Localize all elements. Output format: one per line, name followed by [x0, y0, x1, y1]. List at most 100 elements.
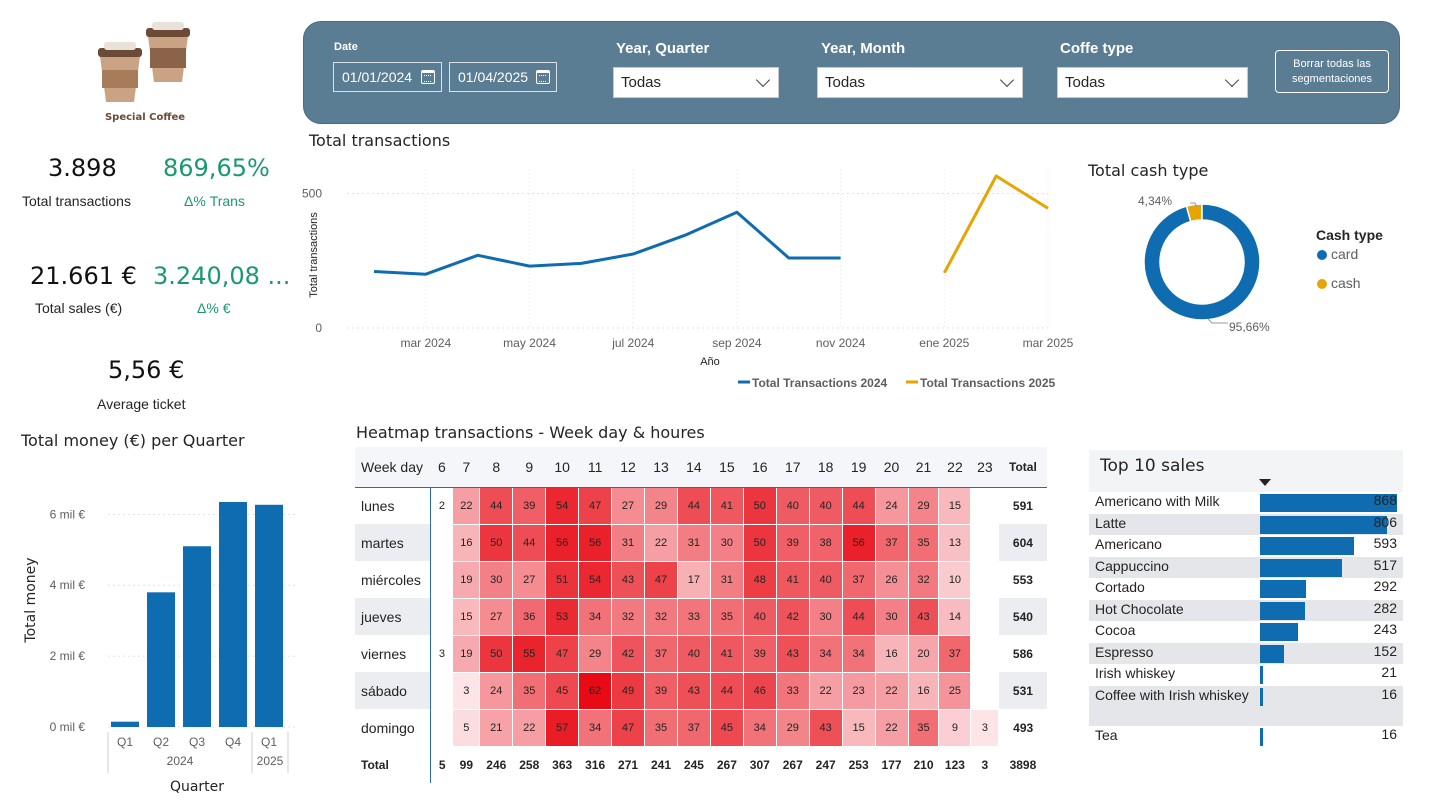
top10-row[interactable]: Espresso 152	[1089, 642, 1403, 664]
bar-chart: 0 mil € 2 mil € 4 mil € 6 mil € Q1 Q2 Q3 Q4 Q1 20…	[23, 501, 295, 795]
heatmap-hour-header[interactable]: 16	[743, 447, 777, 488]
y-axis-title: Total money	[23, 557, 39, 643]
heatmap-cell: 33	[676, 597, 711, 636]
heatmap-hour-header[interactable]: 13	[644, 447, 678, 488]
heatmap-col-total: 267	[716, 757, 737, 772]
clear-filters-button[interactable]: Borrar todas las segmentaciones	[1275, 50, 1389, 93]
heatmap-hour-header[interactable]: 20	[875, 447, 909, 488]
heatmap-hour-header[interactable]: 19	[842, 447, 876, 488]
heatmap-cell: 34	[578, 708, 613, 747]
heatmap-cell: 56	[545, 523, 580, 562]
top10-item-name: Coffee with Irish whiskey	[1095, 686, 1249, 703]
heatmap-cell: 37	[874, 523, 909, 562]
top10-row[interactable]: Cocoa 243	[1089, 621, 1403, 643]
legend-dot	[1317, 250, 1327, 260]
heatmap-hour-header[interactable]: 8	[479, 447, 513, 488]
heatmap-hour-header[interactable]: 21	[908, 447, 939, 488]
date-from-input[interactable]: 01/01/2024	[333, 62, 442, 92]
heatmap-cell: 5	[452, 708, 481, 747]
top10-bar	[1260, 727, 1263, 746]
heatmap-hour-header[interactable]: 10	[545, 447, 579, 488]
heatmap-cell: 37	[841, 560, 876, 599]
bar-2025-Q1	[255, 504, 283, 727]
heatmap-total-header: Total	[998, 447, 1047, 488]
x-tick-label: Q2	[153, 735, 169, 749]
y-tick-label: 6 mil €	[50, 507, 86, 521]
heatmap-cell: 44	[841, 486, 876, 525]
heatmap-cell: 39	[644, 671, 678, 710]
coffee-type-dropdown[interactable]: Todas	[1057, 67, 1248, 98]
legend-label-2: Total Transactions 2025	[920, 376, 1055, 390]
donut-legend-cash: cash	[1331, 275, 1361, 291]
date-to-input[interactable]: 01/04/2025	[449, 62, 557, 92]
heatmap-day-label: lunes	[355, 487, 432, 524]
heatmap-row-header[interactable]: Week day	[355, 447, 431, 488]
chevron-down-icon	[755, 72, 771, 88]
top10-row[interactable]: Latte 806	[1089, 513, 1403, 535]
heatmap-hour-header[interactable]: 15	[710, 447, 744, 488]
donut-chart: 4,34% 95,66% Cash type card cash	[1138, 194, 1383, 334]
logo-text: Special Coffee	[104, 112, 186, 123]
top10-row[interactable]: Americano 593	[1089, 535, 1403, 557]
heatmap-hour-header[interactable]: 12	[611, 447, 645, 488]
heatmap-cell: 40	[742, 597, 777, 636]
top10-bar	[1260, 537, 1354, 555]
top10-row[interactable]: Cortado 292	[1089, 578, 1403, 600]
heatmap-hour-header[interactable]: 7	[452, 447, 480, 488]
year-quarter-title: Year, Quarter	[616, 40, 710, 57]
heatmap-cell	[971, 487, 999, 524]
year-month-dropdown[interactable]: Todas	[817, 67, 1023, 98]
calendar-icon[interactable]	[421, 70, 435, 84]
coffee-cups-icon	[98, 22, 190, 102]
top10-row[interactable]: Hot Chocolate 282	[1089, 599, 1403, 621]
heatmap-cell: 44	[479, 486, 514, 525]
heatmap-cell: 42	[775, 597, 810, 636]
top10-bar	[1260, 601, 1305, 620]
kpi-delta-sales-value: 3.240,08 ...	[153, 262, 291, 290]
heatmap-row-total: 493	[998, 709, 1047, 746]
heatmap-hour-header[interactable]: 23	[970, 447, 999, 488]
heatmap-cell: 24	[479, 671, 514, 710]
heatmap-hour-header[interactable]: 18	[809, 447, 843, 488]
heatmap-cell: 43	[611, 560, 646, 599]
heatmap-row-total: 591	[998, 487, 1047, 524]
heatmap-cell: 30	[479, 560, 514, 599]
heatmap-cell: 2	[438, 499, 445, 512]
heatmap-cell	[971, 635, 999, 672]
heatmap-cell: 40	[775, 486, 810, 525]
heatmap-cell: 48	[742, 560, 777, 599]
heatmap-cell: 35	[512, 671, 547, 710]
heatmap-cell: 42	[611, 634, 646, 673]
heatmap-hour-header[interactable]: 17	[776, 447, 810, 488]
heatmap-hour-header[interactable]: 6	[430, 447, 453, 488]
year-quarter-dropdown[interactable]: Todas	[613, 67, 779, 98]
top10-bar	[1260, 666, 1264, 684]
heatmap-hour-header[interactable]: 22	[938, 447, 971, 488]
sort-desc-icon[interactable]	[1259, 479, 1271, 486]
heatmap-cell: 35	[709, 597, 744, 636]
heatmap-hour-header[interactable]: 9	[512, 447, 546, 488]
heatmap-hour-header[interactable]: 14	[677, 447, 711, 488]
heatmap-total-label: Total	[355, 746, 432, 783]
top10-row[interactable]: Irish whiskey 21	[1089, 664, 1403, 686]
calendar-icon[interactable]	[536, 70, 550, 84]
heatmap-cell: 29	[907, 486, 940, 525]
heatmap-cell: 29	[644, 486, 678, 525]
top10-row[interactable]: Coffee with Irish whiskey 16	[1089, 685, 1403, 726]
heatmap-cell: 27	[611, 486, 646, 525]
year-label: 2024	[167, 754, 194, 768]
heatmap-cell: 3	[452, 671, 481, 710]
top10-row[interactable]: Tea 16	[1089, 725, 1403, 747]
heatmap-col-total: 177	[881, 757, 902, 772]
heatmap-row: domingo 5 21 22 57 34 47 35 37 45 34 29 43 15 22 35 9 3 49…	[355, 708, 1047, 747]
top10-item-value: 517	[1373, 556, 1397, 573]
top10-item-name: Irish whiskey	[1095, 665, 1176, 681]
heatmap-cell: 32	[611, 597, 646, 636]
line-chart-title: Total transactions	[309, 131, 451, 150]
heatmap-col-total: 246	[486, 757, 507, 772]
heatmap-hour-header[interactable]: 11	[578, 447, 612, 488]
heatmap-cell: 20	[907, 634, 940, 673]
top10-row[interactable]: Cappuccino 517	[1089, 556, 1403, 578]
heatmap-cell: 54	[545, 486, 580, 525]
top10-row[interactable]: Americano with Milk 868	[1089, 492, 1403, 514]
